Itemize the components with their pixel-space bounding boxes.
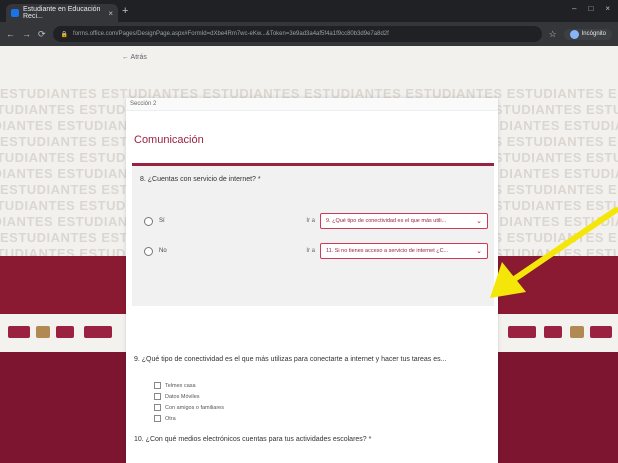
option-row-si: Sí Ir a 9. ¿Qué tipo de conectividad es … — [138, 210, 488, 232]
browser-tab-bar: Estudiante en Educación Reci... × + – □ … — [0, 0, 618, 22]
question-9-text[interactable]: 9. ¿Qué tipo de conectividad es el que m… — [134, 356, 446, 363]
goto-label: Ir a — [306, 248, 315, 254]
avatar — [569, 29, 579, 39]
section-label: Sección 2 — [126, 98, 498, 111]
forward-arrow-icon[interactable]: → — [22, 29, 31, 39]
checkbox-label: Otra — [165, 415, 176, 422]
checkbox[interactable] — [154, 404, 161, 411]
url-text: forms.office.com/Pages/DesignPage.aspx#F… — [73, 31, 389, 37]
logo-icon — [36, 326, 50, 338]
option-row-no: No Ir a 11. Si no tienes acceso a servic… — [138, 240, 488, 262]
logo-icon — [508, 326, 536, 338]
logo-icon — [8, 326, 30, 338]
form-section-card: Sección 2 Comunicación 8. ¿Cuentas con s… — [126, 98, 498, 463]
logo-icon — [544, 326, 562, 338]
checkbox-label: Telmex casa — [165, 382, 196, 389]
back-link[interactable]: ← Atrás — [122, 54, 147, 61]
profile-label: Incógnito — [581, 31, 606, 37]
section-title[interactable]: Comunicación — [134, 134, 204, 146]
question-8-text: 8. ¿Cuentas con servicio de internet? * — [140, 176, 261, 183]
branch-destination-value: 11. Si no tienes acceso a servicio de in… — [326, 248, 449, 254]
checkbox-option[interactable]: Telmex casa — [154, 380, 224, 391]
url-input[interactable]: 🔒 forms.office.com/Pages/DesignPage.aspx… — [52, 26, 542, 42]
tab-title: Estudiante en Educación Reci... — [23, 6, 101, 20]
maximize-button[interactable]: □ — [588, 4, 593, 13]
lock-icon: 🔒 — [60, 31, 69, 38]
logo-icon — [84, 326, 112, 338]
checkbox-option[interactable]: Datos Móviles — [154, 391, 224, 402]
question-8-card[interactable]: 8. ¿Cuentas con servicio de internet? * … — [132, 166, 494, 306]
minimize-button[interactable]: – — [572, 4, 576, 13]
radio-si[interactable] — [144, 216, 153, 226]
profile-button[interactable]: Incógnito — [563, 28, 612, 40]
option-label-no: No — [159, 248, 167, 254]
close-window-button[interactable]: × — [605, 4, 610, 13]
checkbox[interactable] — [154, 382, 161, 389]
branch-destination-select-si[interactable]: 9. ¿Qué tipo de conectividad es el que m… — [320, 213, 488, 229]
browser-tab[interactable]: Estudiante en Educación Reci... × — [6, 4, 118, 22]
reload-icon[interactable]: ⟳ — [38, 29, 46, 40]
radio-no[interactable] — [144, 246, 153, 256]
logo-icon — [590, 326, 612, 338]
address-bar: ← → ⟳ 🔒 forms.office.com/Pages/DesignPag… — [0, 22, 618, 46]
goto-label: Ir a — [306, 218, 315, 224]
window-controls: – □ × — [572, 4, 610, 13]
bookmark-star-icon[interactable]: ☆ — [549, 29, 557, 40]
page-content: ESTUDIANTES ESTUDIANTES ESTUDIANTES ESTU… — [0, 46, 618, 463]
checkbox[interactable] — [154, 393, 161, 400]
logo-icon — [56, 326, 74, 338]
tab-close-icon[interactable]: × — [108, 9, 113, 18]
back-arrow-icon[interactable]: ← — [6, 29, 15, 39]
new-tab-button[interactable]: + — [122, 5, 128, 17]
checkbox-label: Con amigos o familiares — [165, 404, 224, 411]
annotation-arrow-icon — [490, 207, 618, 298]
question-10-text[interactable]: 10. ¿Con qué medios electrónicos cuentas… — [134, 436, 371, 443]
branch-destination-select-no[interactable]: 11. Si no tienes acceso a servicio de in… — [320, 243, 488, 259]
checkbox-option[interactable]: Otra — [154, 413, 224, 424]
checkbox-option[interactable]: Con amigos o familiares — [154, 402, 224, 413]
question-9-options: Telmex casa Datos Móviles Con amigos o f… — [154, 380, 224, 424]
checkbox-label: Datos Móviles — [165, 393, 200, 400]
checkbox[interactable] — [154, 415, 161, 422]
branch-destination-value: 9. ¿Qué tipo de conectividad es el que m… — [326, 218, 447, 224]
forms-favicon-icon — [11, 9, 19, 17]
logo-icon — [570, 326, 584, 338]
option-label-si: Sí — [159, 218, 165, 224]
